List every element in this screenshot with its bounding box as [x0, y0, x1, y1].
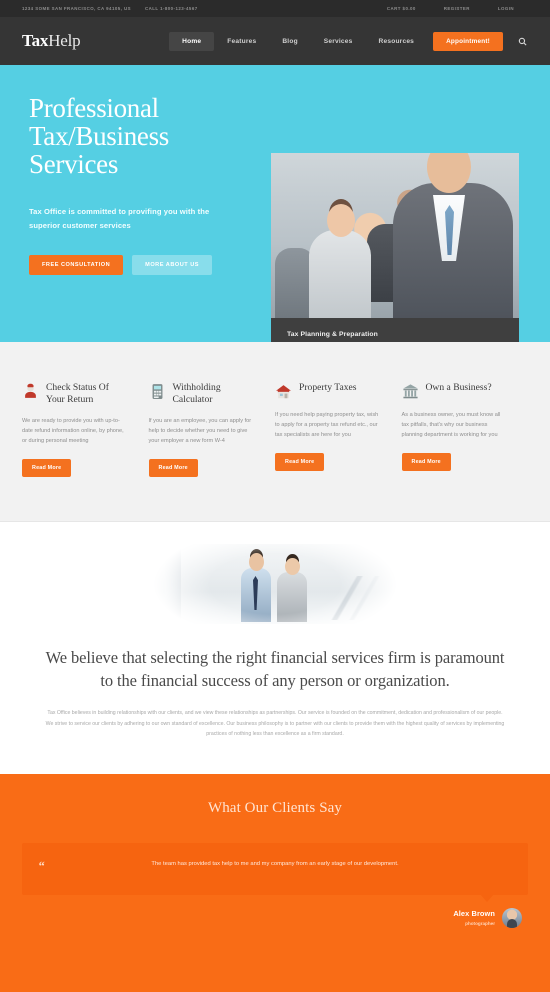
testimonial-card: “ The team has provided tax help to me a… [22, 842, 528, 902]
read-more-button-own-business[interactable]: Read More [401, 453, 451, 471]
hero-photo-tie [393, 183, 513, 318]
office-photo [149, 544, 401, 624]
office-photo-column [165, 546, 181, 622]
office-photo-railing [307, 576, 393, 620]
house-icon [275, 383, 292, 400]
service-text: If you are an employee, you can apply fo… [148, 418, 252, 444]
testimonial-author-name: Alex Brown [453, 909, 495, 918]
quote-icon: “ [38, 857, 45, 873]
service-title: Own a Business? [425, 382, 492, 393]
person-icon [22, 383, 39, 400]
services-section: Check Status Of Your Return We are ready… [0, 342, 550, 522]
topbar-right: CART $0.00 REGISTER LOGIN [373, 6, 528, 11]
service-card-own-business: Own a Business? As a business owner, you… [401, 382, 529, 477]
nav-item-home[interactable]: Home [169, 31, 215, 51]
nav-item-services[interactable]: Services [311, 32, 366, 51]
read-more-button-property-taxes[interactable]: Read More [275, 453, 325, 471]
topbar: 1234 SOME SAN FRANCISCO, CA 94105, US CA… [0, 0, 550, 17]
service-title: Check Status Of Your Return [46, 382, 109, 405]
testimonials-heading: What Our Clients Say [207, 799, 343, 816]
free-consultation-button[interactable]: FREE CONSULTATION [29, 255, 124, 275]
testimonial-arrow [480, 893, 494, 902]
hero-title: Professional Tax/Business Services [29, 93, 170, 179]
appointment-button[interactable]: Appointment! [433, 31, 503, 51]
service-header: Withholding Calculator [149, 382, 254, 406]
read-more-button-withholding[interactable]: Read More [148, 459, 198, 477]
testimonial-author-text: Alex Brown photographer [453, 909, 495, 926]
main-nav: Home Features Blog Services Resources Ap… [169, 17, 528, 65]
service-card-property-taxes: Property Taxes If you need help paying p… [275, 382, 402, 477]
hero-photo-woman [309, 204, 371, 318]
topbar-address: 1234 SOME SAN FRANCISCO, CA 94105, US [22, 6, 131, 11]
bank-icon [402, 383, 419, 400]
site-header: TaxHelp Home Features Blog Services Reso… [0, 17, 550, 69]
topbar-phone: CALL 1-800-123-4567 [144, 6, 198, 11]
hero-subtitle: Tax Office is committed to provifing you… [29, 207, 210, 230]
register-link[interactable]: REGISTER [430, 6, 484, 11]
avatar [502, 907, 522, 928]
hero-section: Professional Tax/Business Services Tax O… [0, 65, 550, 342]
believe-heading: We believe that selecting the right fina… [45, 648, 505, 690]
service-card-check-status: Check Status Of Your Return We are ready… [22, 382, 149, 477]
service-text: As a business owner, you must know all t… [401, 412, 501, 438]
service-card-withholding: Withholding Calculator If you are an emp… [148, 382, 276, 477]
testimonial-author-role: photographer [465, 921, 495, 926]
service-title: Property Taxes [299, 382, 357, 393]
hero-content: Professional Tax/Business Services Tax O… [0, 65, 262, 275]
testimonial-author: Alex Brown photographer [22, 907, 528, 928]
hero-buttons: FREE CONSULTATION MORE ABOUT US [29, 255, 240, 275]
logo-bold-text: Tax [22, 31, 49, 50]
login-link[interactable]: LOGIN [484, 6, 528, 11]
search-icon[interactable] [516, 37, 528, 46]
believe-section: We believe that selecting the right fina… [0, 522, 550, 774]
page-root: 1234 SOME SAN FRANCISCO, CA 94105, US CA… [0, 0, 550, 992]
calculator-icon [149, 383, 166, 400]
read-more-button-check-status[interactable]: Read More [22, 459, 72, 477]
hero-photo [271, 153, 519, 318]
service-text: We are ready to provide you with up-to-d… [22, 418, 124, 444]
service-header: Property Taxes [275, 382, 380, 400]
service-title: Withholding Calculator [172, 382, 221, 405]
service-text: If you need help paying property tax, wi… [275, 412, 379, 438]
hero-image-card[interactable]: Tax Planning & Preparation [271, 153, 519, 342]
service-header: Own a Business? [402, 382, 507, 400]
hero-image-caption: Tax Planning & Preparation [271, 318, 519, 342]
site-logo[interactable]: TaxHelp [22, 31, 81, 51]
testimonial-text: The team has provided tax help to me and… [151, 860, 399, 867]
believe-paragraph: Tax Office believes in building relation… [45, 710, 505, 737]
nav-item-resources[interactable]: Resources [366, 32, 428, 51]
nav-item-blog[interactable]: Blog [269, 32, 310, 51]
nav-item-features[interactable]: Features [214, 32, 269, 51]
office-photo-woman [277, 558, 307, 622]
logo-light-text: Help [48, 31, 81, 50]
cart-link[interactable]: CART $0.00 [373, 6, 430, 11]
service-header: Check Status Of Your Return [22, 382, 127, 406]
more-about-us-button[interactable]: MORE ABOUT US [132, 255, 213, 275]
office-photo-man [241, 553, 271, 622]
